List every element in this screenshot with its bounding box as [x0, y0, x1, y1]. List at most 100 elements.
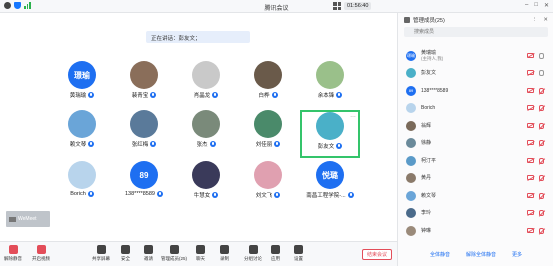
- member-search-input[interactable]: [404, 27, 548, 37]
- more-icon[interactable]: ⋮: [532, 17, 538, 23]
- toolbar-button-mic-muted[interactable]: 解除静音: [4, 245, 22, 262]
- member-name: 黄丹: [421, 175, 431, 181]
- camera-off-icon[interactable]: [527, 87, 534, 93]
- maximize-icon[interactable]: □: [534, 2, 538, 9]
- toolbar-button-settings[interactable]: 设置: [294, 245, 303, 262]
- grid-view-icon[interactable]: [333, 2, 341, 10]
- mic-muted-icon[interactable]: [539, 105, 544, 112]
- participant-name: 刘佳丽: [256, 140, 281, 148]
- video-tile[interactable]: 悦璐南昌工程学院-...: [300, 161, 360, 209]
- mic-muted-icon[interactable]: [539, 192, 544, 199]
- more-button[interactable]: 更多: [512, 251, 522, 258]
- share-thumbnail-label: WeMeet: [18, 216, 37, 222]
- camera-off-icon[interactable]: [527, 52, 534, 58]
- toolbar-button-shield[interactable]: 安全: [121, 245, 130, 262]
- member-list-item[interactable]: 璟瑜 黄瑞瑜 (主持人,我): [398, 47, 553, 65]
- participant-name: 南昌工程学院-...: [306, 191, 354, 199]
- video-tile[interactable]: 牛慧女: [176, 161, 236, 209]
- video-tile[interactable]: 裴青宝: [114, 61, 174, 109]
- video-tile[interactable]: 89 138****8589: [114, 161, 174, 209]
- settings-icon: [294, 245, 303, 254]
- member-list-item[interactable]: Borich: [398, 100, 553, 118]
- toolbar-button-camera-off[interactable]: 开启视频: [32, 245, 50, 262]
- mic-muted-icon[interactable]: [539, 210, 544, 217]
- mic-icon: [336, 92, 343, 98]
- mic-muted-icon[interactable]: [539, 122, 544, 129]
- member-name-label: Borich: [421, 105, 436, 112]
- mic-muted-icon[interactable]: [539, 157, 544, 164]
- member-name-label: 138****8589: [421, 87, 449, 94]
- video-tile[interactable]: Borich: [52, 161, 112, 209]
- unmute-all-button[interactable]: 解除全体静音: [466, 251, 496, 258]
- close-icon[interactable]: ✕: [544, 2, 549, 9]
- video-tile[interactable]: 赖文琴: [52, 110, 112, 158]
- member-status-icons: [527, 105, 544, 112]
- member-list-item[interactable]: 89 138****8589: [398, 82, 553, 100]
- share-thumbnail[interactable]: WeMeet: [6, 211, 50, 227]
- video-tile[interactable]: 余本锋: [300, 61, 360, 109]
- member-list-item[interactable]: 彭友文: [398, 65, 553, 83]
- member-status-icons: [527, 227, 544, 234]
- mic-icon: [212, 92, 219, 98]
- video-tile[interactable]: 璟瑜 黄瑞瑜: [52, 61, 112, 109]
- member-name: 徐静: [421, 140, 431, 146]
- camera-off-icon[interactable]: [527, 70, 534, 76]
- member-status-icons: [527, 52, 544, 59]
- member-panel: 管理成员(25) ⋮ ✕ 璟瑜黄瑞瑜(主持人,我) 彭友文 89 138****858…: [397, 13, 553, 266]
- member-list-item[interactable]: 赖文琴: [398, 187, 553, 205]
- member-list-item[interactable]: 翁辉: [398, 117, 553, 135]
- member-list-item[interactable]: 李玲: [398, 205, 553, 223]
- member-list-item[interactable]: 黄丹: [398, 170, 553, 188]
- toolbar-button-record[interactable]: 录制: [220, 245, 229, 262]
- member-list-item[interactable]: 柯汀平: [398, 152, 553, 170]
- end-meeting-button[interactable]: 结束会议: [362, 249, 392, 260]
- video-tile[interactable]: 刘文飞: [238, 161, 298, 209]
- camera-off-icon[interactable]: [527, 140, 534, 146]
- mic-muted-icon[interactable]: [539, 175, 544, 182]
- mic-icon[interactable]: [539, 70, 544, 77]
- avatar: [254, 110, 282, 138]
- member-status-icons: [527, 70, 544, 77]
- camera-off-icon[interactable]: [527, 157, 534, 163]
- camera-off-icon[interactable]: [527, 227, 534, 233]
- toolbar-button-invite[interactable]: 邀请: [144, 245, 153, 262]
- camera-off-icon[interactable]: [527, 192, 534, 198]
- video-tile[interactable]: 白桦: [238, 61, 298, 109]
- camera-off-icon[interactable]: [527, 210, 534, 216]
- toolbar-button-breakout[interactable]: 分组讨论: [244, 245, 262, 262]
- avatar: 璟瑜: [406, 50, 416, 61]
- video-tile[interactable]: 刘佳丽: [238, 110, 298, 158]
- member-list-item[interactable]: 钟琳: [398, 222, 553, 240]
- minimize-icon[interactable]: –: [525, 2, 528, 9]
- toolbar-button-members[interactable]: 管理成员(25): [161, 245, 187, 262]
- member-name-label: 徐静: [421, 140, 432, 147]
- mic-muted-icon[interactable]: [539, 140, 544, 147]
- camera-off-icon[interactable]: [527, 175, 534, 181]
- mute-all-button[interactable]: 全体静音: [430, 251, 450, 258]
- toolbar-button-share-screen[interactable]: 共享屏幕: [92, 245, 110, 262]
- avatar: [406, 138, 416, 149]
- avatar: 悦璐: [316, 161, 344, 189]
- close-panel-icon[interactable]: ✕: [543, 17, 548, 23]
- mic-muted-icon[interactable]: [539, 227, 544, 234]
- avatar: 89: [406, 85, 416, 96]
- mic-icon[interactable]: [539, 52, 544, 59]
- avatar: [316, 61, 344, 89]
- participant-name-label: 刘佳丽: [255, 142, 273, 148]
- toolbar-button-apps[interactable]: 应用: [271, 245, 280, 262]
- toolbar-button-chat[interactable]: 聊天: [196, 245, 205, 262]
- apps-icon: [271, 245, 280, 254]
- mic-muted-icon[interactable]: [539, 87, 544, 94]
- member-status-icons: [527, 122, 544, 129]
- member-list-item[interactable]: 徐静: [398, 135, 553, 153]
- video-tile[interactable]: 张红梅: [114, 110, 174, 158]
- video-tile[interactable]: 彭友文…: [300, 110, 360, 158]
- camera-off-icon[interactable]: [527, 105, 534, 111]
- member-name-label: 柯汀平: [421, 157, 437, 164]
- video-tile[interactable]: 肖晶龙: [176, 61, 236, 109]
- participant-name: 张杰: [196, 140, 216, 148]
- toolbar-label: 聊天: [196, 256, 205, 261]
- tile-menu-icon[interactable]: …: [350, 113, 356, 119]
- video-tile[interactable]: 张杰: [176, 110, 236, 158]
- camera-off-icon[interactable]: [527, 122, 534, 128]
